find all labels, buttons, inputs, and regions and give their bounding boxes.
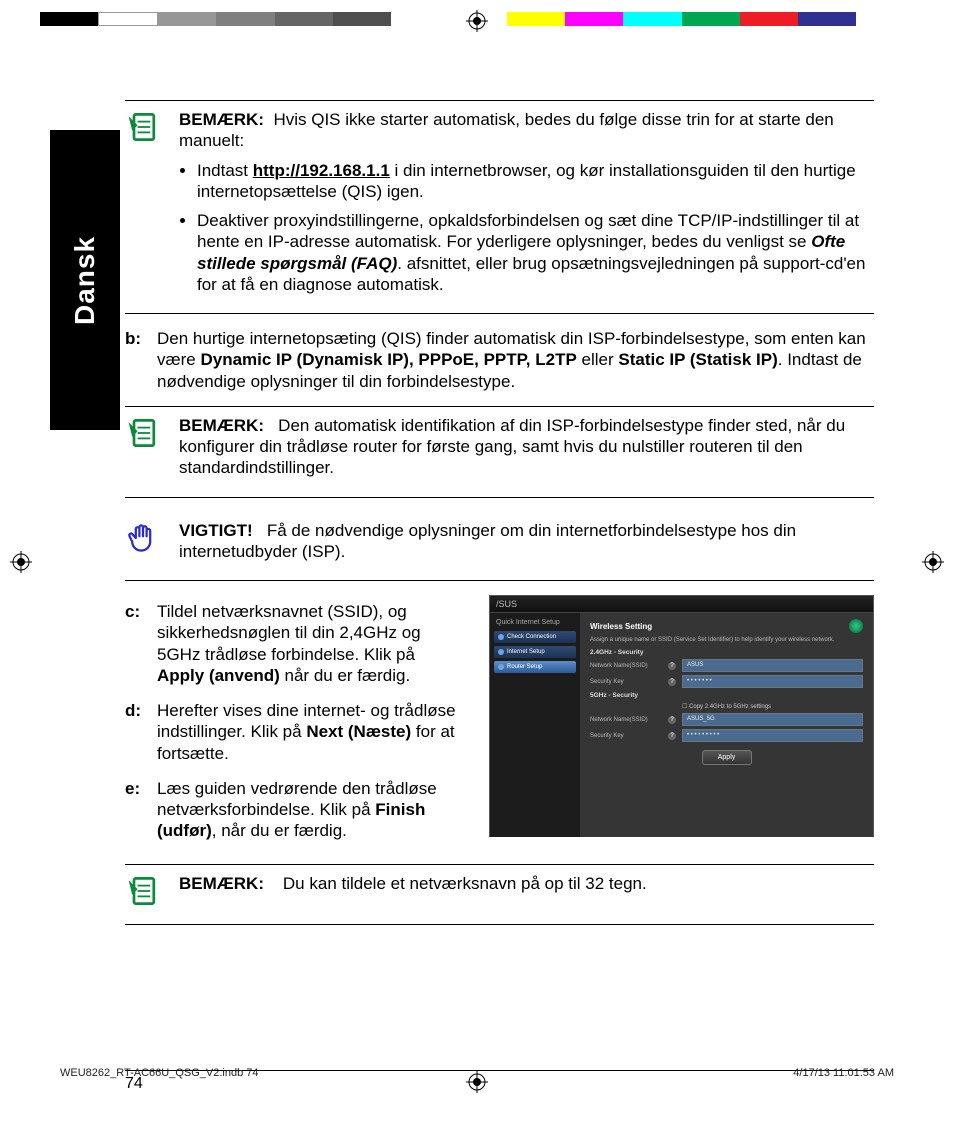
registration-mark-icon — [466, 10, 488, 32]
note-icon — [125, 109, 165, 150]
important-text: Få de nødvendige oplysninger om din inte… — [179, 521, 796, 561]
apply-button[interactable]: Apply — [702, 750, 752, 765]
panel-subtitle: Assign a unique name or SSID (Service Se… — [590, 637, 863, 643]
ssid5-input[interactable]: ASUS_5G — [682, 713, 863, 726]
router-ui-screenshot: /SUS Quick Internet Setup Check Connecti… — [489, 595, 874, 837]
step-b: b: Den hurtige internetopsæting (QIS) fi… — [125, 328, 874, 392]
important-label: VIGTIGT! — [179, 521, 253, 540]
side-item-internet[interactable]: Internet Setup — [494, 646, 576, 658]
step-c: c: Tildel netværksnavnet (SSID), og sikk… — [125, 601, 465, 686]
note-icon — [125, 873, 165, 914]
language-tab: Dansk — [50, 130, 120, 430]
side-item-router[interactable]: Router Setup — [494, 661, 576, 673]
router-url: http://192.168.1.1 — [253, 161, 390, 180]
print-metadata: WEU8262_RT-AC66U_QSG_V2.indb 74 4/17/13 … — [60, 1067, 894, 1079]
key5-input[interactable]: • • • • • • • • • — [682, 729, 863, 742]
ssid-input[interactable]: ASUS — [682, 659, 863, 672]
step-e: e: Læs guiden vedrørende den trådløse ne… — [125, 778, 465, 842]
important-block: VIGTIGT! Få de nødvendige oplysninger om… — [125, 512, 874, 582]
note-bullet: Deaktiver proxyindstillingerne, opkaldsf… — [197, 210, 874, 295]
panel-status-icon — [849, 619, 863, 633]
note-text: Den automatisk identifikation af din ISP… — [179, 416, 845, 478]
step-label: e: — [125, 778, 149, 842]
note-label: BEMÆRK: — [179, 416, 264, 435]
help-icon[interactable]: ? — [668, 662, 676, 670]
content-area: BEMÆRK: Hvis QIS ikke starter automatisk… — [125, 92, 874, 939]
registration-mark-icon — [10, 551, 32, 573]
qis-header: Quick Internet Setup — [494, 617, 576, 628]
key-input[interactable]: • • • • • • • — [682, 675, 863, 688]
ssid5-label: Network Name(SSID) — [590, 717, 662, 723]
print-timestamp: 4/17/13 11:01:53 AM — [793, 1067, 894, 1079]
section-5ghz: 5GHz - Security — [590, 692, 863, 699]
hand-stop-icon — [125, 520, 165, 561]
registration-mark-icon — [922, 551, 944, 573]
note-label: BEMÆRK: — [179, 110, 264, 129]
step-label: c: — [125, 601, 149, 686]
ssid-label: Network Name(SSID) — [590, 663, 662, 669]
note-bullet: Indtast http://192.168.1.1 i din interne… — [197, 160, 874, 203]
note-icon — [125, 415, 165, 456]
help-icon[interactable]: ? — [668, 678, 676, 686]
note-text: Du kan tildele et netværksnavn på op til… — [283, 874, 647, 893]
step-label: d: — [125, 700, 149, 764]
copy-checkbox[interactable]: ☐ Copy 2.4GHz to 5GHz settings — [682, 703, 771, 710]
panel-title: Wireless Setting — [590, 622, 652, 631]
section-24ghz: 2.4GHz - Security — [590, 649, 863, 656]
side-item-check[interactable]: Check Connection — [494, 631, 576, 643]
step-label: b: — [125, 328, 149, 392]
steps-cde-row: c: Tildel netværksnavnet (SSID), og sikk… — [125, 595, 874, 856]
print-filename: WEU8262_RT-AC66U_QSG_V2.indb 74 — [60, 1067, 259, 1079]
key5-label: Security Key — [590, 733, 662, 739]
note-block: BEMÆRK: Du kan tildele et netværksnavn p… — [125, 864, 874, 925]
help-icon[interactable]: ? — [668, 716, 676, 724]
key-label: Security Key — [590, 679, 662, 685]
note-block: BEMÆRK: Den automatisk identifikation af… — [125, 406, 874, 498]
note-label: BEMÆRK: — [179, 874, 264, 893]
note-intro: Hvis QIS ikke starter automatisk, bedes … — [179, 110, 834, 150]
step-d: d: Herefter vises dine internet- og tråd… — [125, 700, 465, 764]
router-brand: /SUS — [490, 596, 873, 613]
note-block: BEMÆRK: Hvis QIS ikke starter automatisk… — [125, 100, 874, 314]
help-icon[interactable]: ? — [668, 732, 676, 740]
